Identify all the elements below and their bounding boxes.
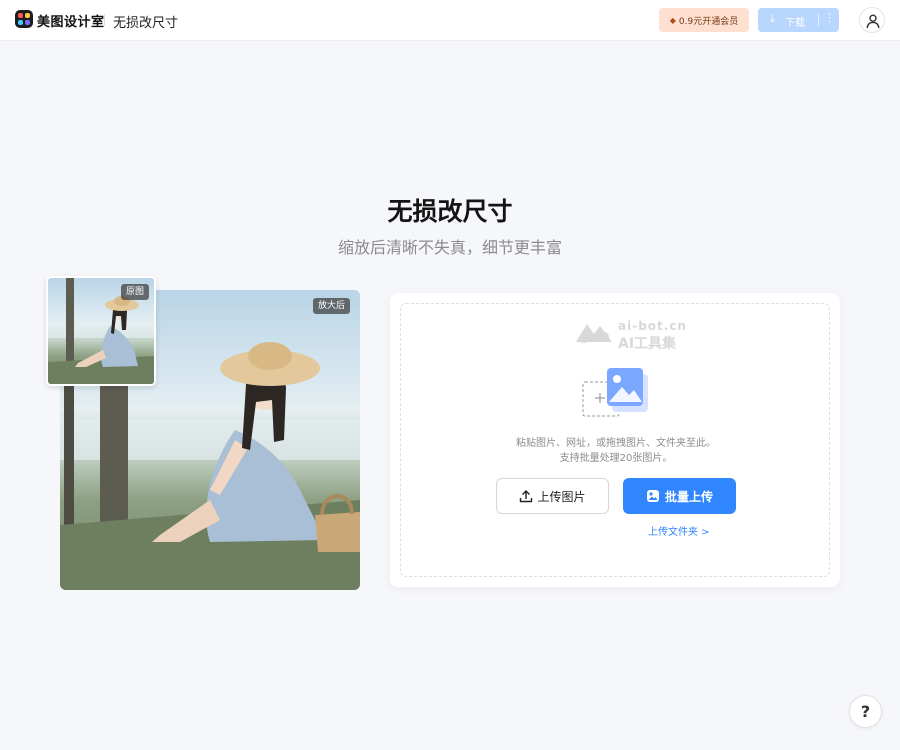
download-button[interactable]: ⤓ 下载 ⋮ <box>758 8 839 32</box>
download-label: 下载 <box>785 18 805 29</box>
watermark: ai-bot.cn AI工具集 <box>574 318 686 352</box>
batch-upload-button[interactable]: 批量上传 <box>623 478 736 514</box>
upload-hint-line-2: 支持批量处理20张图片。 <box>559 453 673 464</box>
more-options-icon[interactable]: ⋮ <box>824 11 835 24</box>
watermark-logo-icon <box>576 324 612 343</box>
hero-subtitle: 缩放后清晰不失真，细节更丰富 <box>337 238 562 257</box>
drop-zone[interactable]: ai-bot.cn AI工具集 粘贴图片、网址，或拖拽图片、文件夹至此。 支持批… <box>400 303 830 577</box>
header-divider <box>104 14 105 26</box>
user-avatar-button[interactable] <box>859 7 885 33</box>
brand-name[interactable]: 美图设计室 <box>37 11 105 30</box>
current-page-name: 无损改尺寸 <box>113 16 179 31</box>
batch-images-icon <box>646 490 659 502</box>
upload-hint-line-1: 粘贴图片、网址，或拖拽图片、文件夹至此。 <box>516 438 716 449</box>
batch-upload-label: 批量上传 <box>664 489 713 504</box>
hero-title: 无损改尺寸 <box>387 197 513 226</box>
brand-logo-icon[interactable] <box>15 10 33 28</box>
original-tag: 原图 <box>121 284 150 300</box>
upload-card: ai-bot.cn AI工具集 粘贴图片、网址，或拖拽图片、文件夹至此。 支持批… <box>390 293 840 587</box>
upload-folder-link[interactable]: 上传文件夹 > <box>648 523 710 538</box>
watermark-name: AI工具集 <box>618 336 677 352</box>
user-icon <box>866 14 880 29</box>
image-upload-illustration-icon <box>582 368 648 417</box>
download-icon: ⤓ <box>770 12 775 25</box>
vip-label: 0.9元开通会员 <box>678 16 739 27</box>
upload-image-label: 上传图片 <box>537 489 586 504</box>
enlarged-tag: 放大后 <box>313 298 351 314</box>
upload-image-button[interactable]: 上传图片 <box>496 478 609 514</box>
download-divider <box>818 14 819 26</box>
diamond-icon: ◆ <box>669 15 676 25</box>
vip-membership-button[interactable]: ◆ 0.9元开通会员 <box>659 8 749 32</box>
top-bar: 美图设计室 无损改尺寸 ◆ 0.9元开通会员 ⤓ 下载 ⋮ <box>0 0 900 41</box>
upload-icon <box>520 490 533 503</box>
watermark-domain: ai-bot.cn <box>618 319 687 333</box>
help-button[interactable]: ? <box>849 695 882 728</box>
